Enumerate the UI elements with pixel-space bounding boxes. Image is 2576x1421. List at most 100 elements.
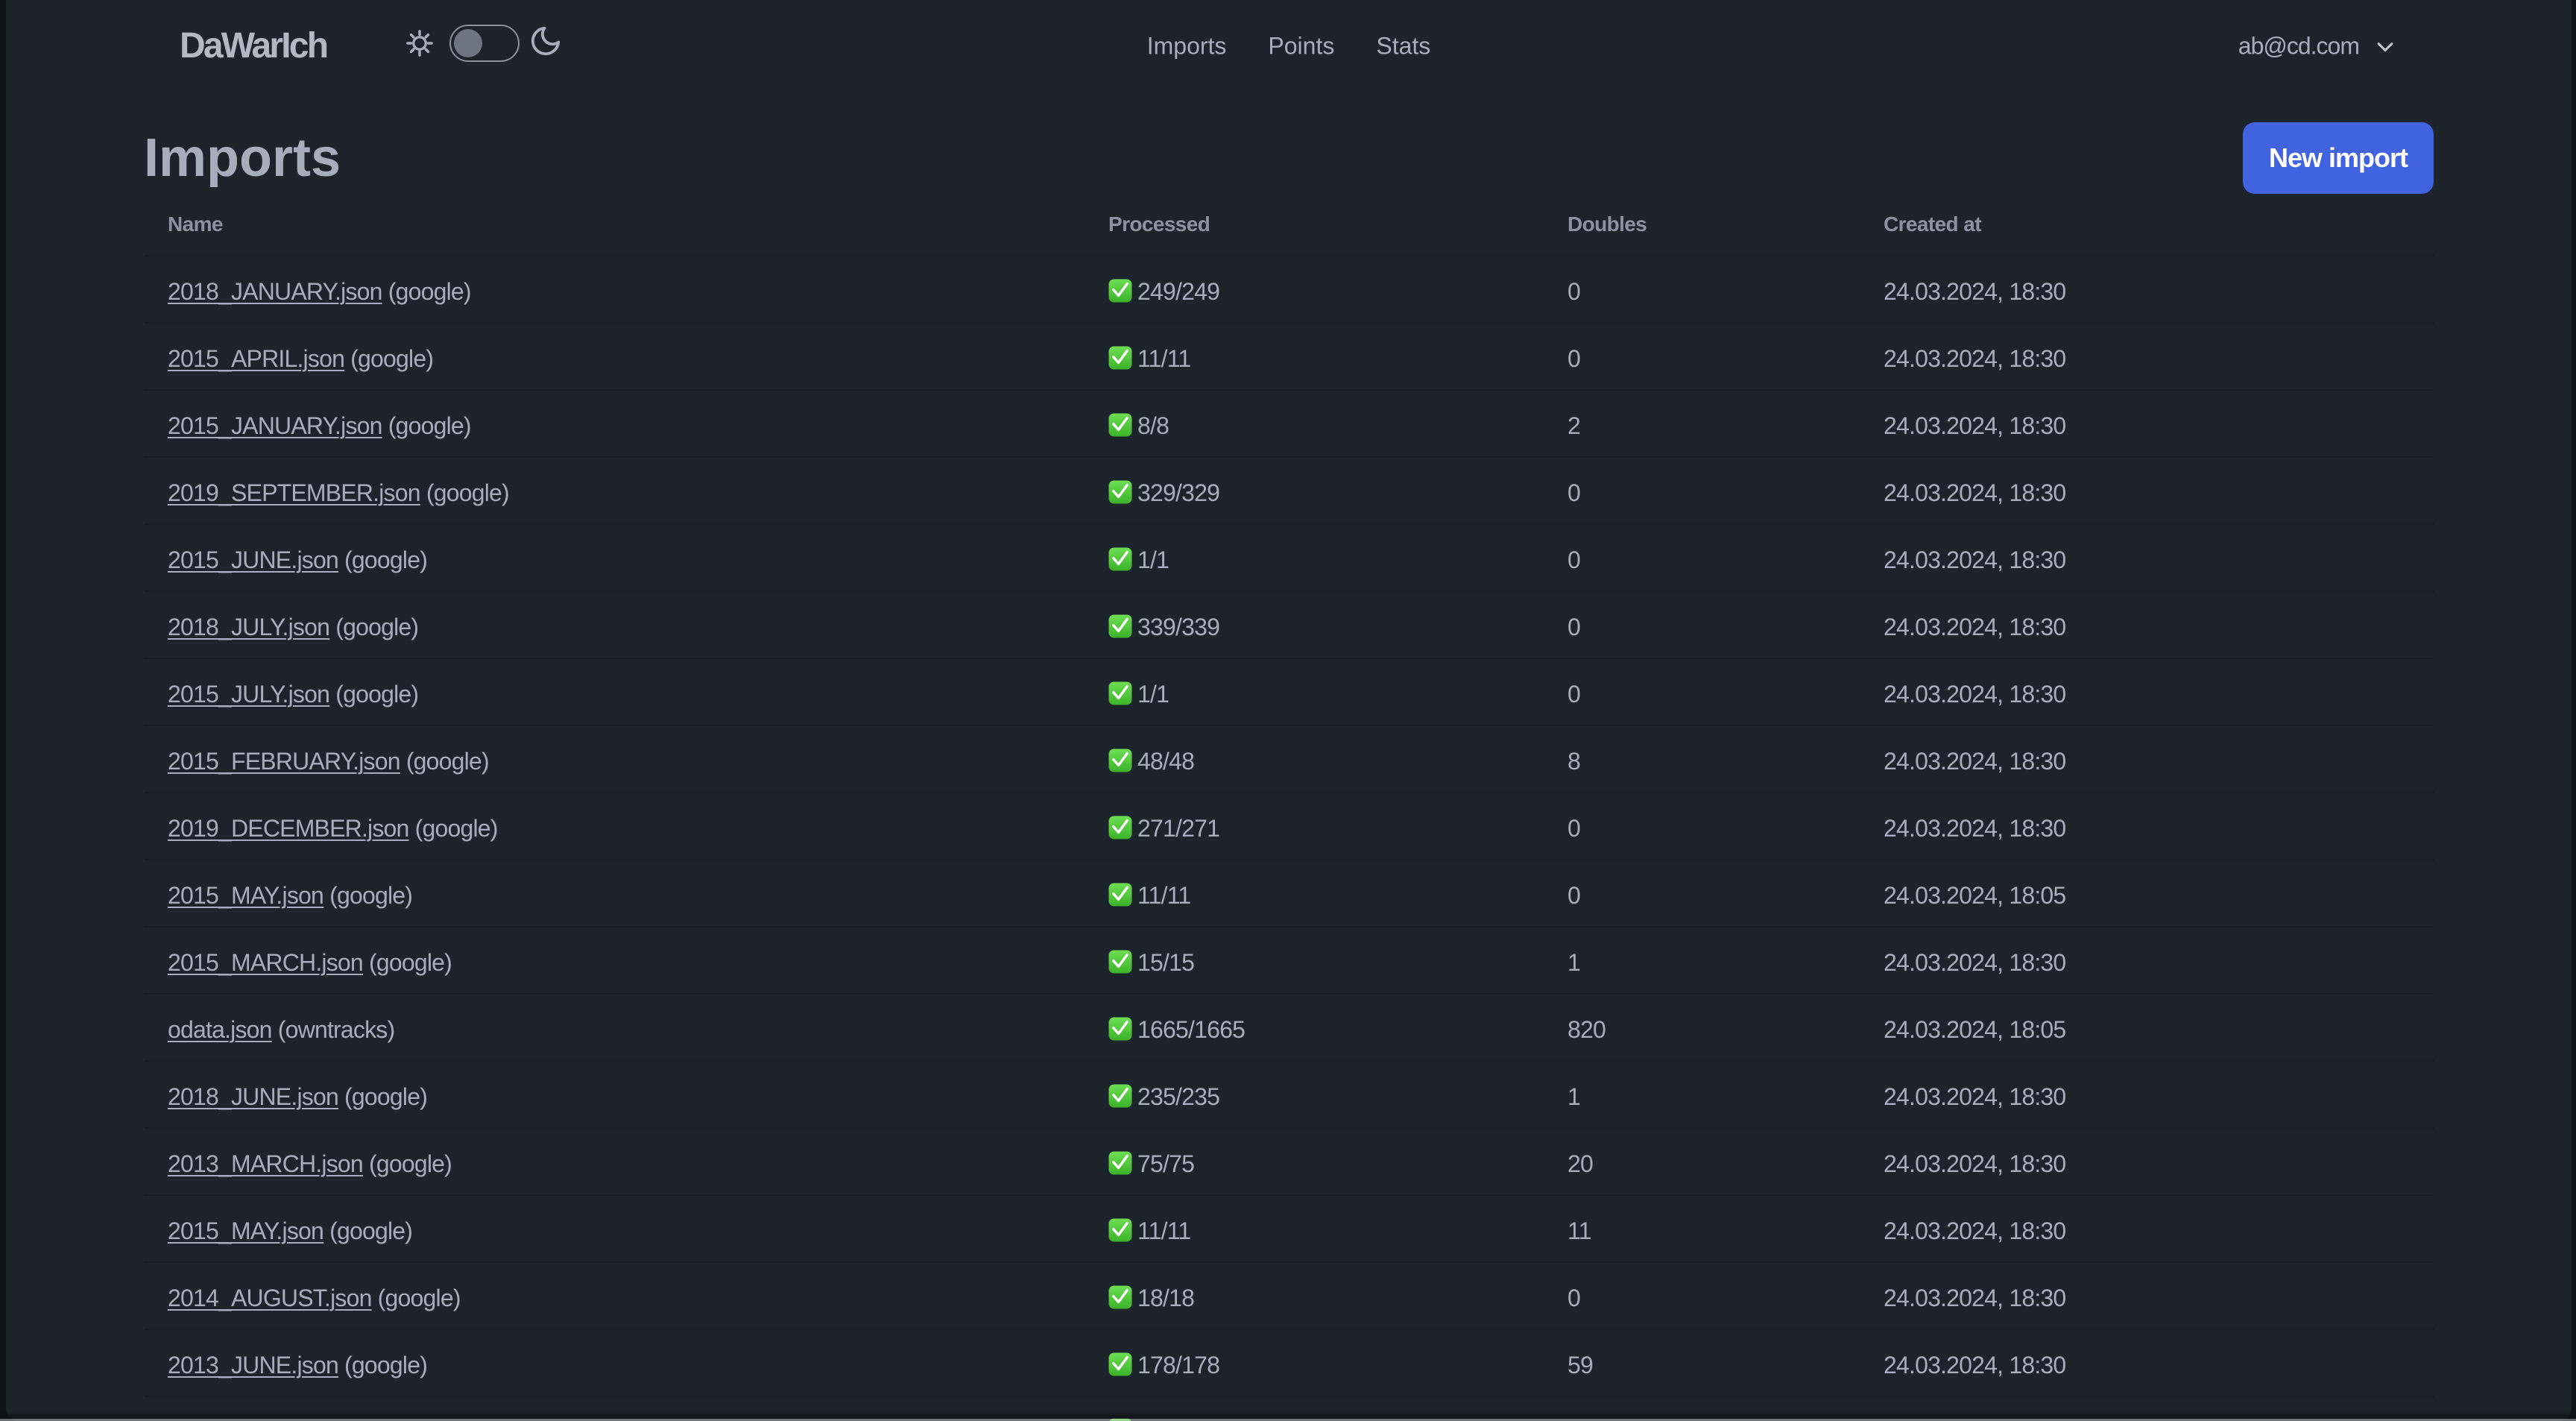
import-file-link[interactable]: 2018_JUNE.json — [168, 1083, 339, 1110]
created-at-cell: 24.03.2024, 18:30 — [1860, 1195, 2434, 1264]
check-mark-emoji — [1108, 1151, 1132, 1175]
import-file-link[interactable]: 2015_JANUARY.json — [168, 412, 382, 439]
navbar-inner: DaWarIch Imports Points Stats ab@cd.com — [144, 0, 2434, 95]
import-file-link[interactable]: 2018_JANUARY.json — [168, 278, 382, 305]
created-at-cell: 24.03.2024, 18:30 — [1860, 591, 2434, 660]
import-file-link[interactable]: 2019_SEPTEMBER.json — [168, 479, 421, 506]
user-menu[interactable]: ab@cd.com — [2238, 33, 2396, 60]
doubles-cell: 0 — [1544, 256, 1860, 324]
check-mark-emoji — [1108, 816, 1132, 839]
created-at-cell: 24.03.2024, 18:05 — [1860, 994, 2434, 1062]
name-cell: 2015_MARCH.json (google) — [144, 927, 1085, 995]
check-mark-emoji — [1108, 547, 1132, 571]
processed-cell: 249/249 — [1085, 256, 1544, 324]
name-cell: 2015_APRIL.json (google) — [144, 323, 1085, 391]
import-file-link[interactable]: 2019_DECEMBER.json — [168, 815, 409, 842]
created-at-cell: 24.03.2024, 18:30 — [1860, 658, 2434, 727]
name-cell: 2015_MAY.json (google) — [144, 1195, 1085, 1264]
doubles-cell: 0 — [1544, 658, 1860, 727]
table-row: 2015_JANUARY.json (google) 8/8 2 24.03.2… — [144, 390, 2434, 459]
import-source: (google) — [382, 412, 472, 440]
app-window: DaWarIch Imports Points Stats ab@cd.com … — [6, 0, 2572, 1421]
import-file-link[interactable]: 2014_AUGUST.json — [168, 1285, 372, 1311]
import-file-link[interactable]: 2015_JUNE.json — [168, 546, 339, 573]
nav-link-points[interactable]: Points — [1268, 33, 1334, 60]
processed-cell: 11/11 — [1085, 860, 1544, 928]
navbar: DaWarIch Imports Points Stats ab@cd.com — [6, 0, 2572, 95]
table-row: 2015_FEBRUARY.json (google) 48/48 8 24.0… — [144, 725, 2434, 794]
processed-count: 75/75 — [1137, 1150, 1195, 1178]
processed-cell: 8/8 — [1085, 390, 1544, 459]
table-row: 2013_JUNE.json (google) 178/178 59 24.03… — [144, 1329, 2434, 1398]
table-row: 2018_JANUARY.json (google) 249/249 0 24.… — [144, 256, 2434, 324]
import-file-link[interactable]: 2015_FEBRUARY.json — [168, 748, 401, 775]
name-cell: 2013_JUNE.json (google) — [144, 1329, 1085, 1398]
created-at-cell: 24.03.2024, 18:30 — [1860, 927, 2434, 995]
name-cell: 2018_JANUARY.json (google) — [144, 256, 1085, 324]
check-mark-emoji — [1108, 681, 1132, 705]
table-row: 2015_MARCH.json (google) 15/15 1 24.03.2… — [144, 927, 2434, 995]
nav-link-imports[interactable]: Imports — [1147, 33, 1227, 60]
table-row: 2015_MAY.json (google) 11/11 0 24.03.202… — [144, 860, 2434, 928]
check-mark-emoji — [1108, 614, 1132, 638]
import-file-link[interactable]: 2013_MARCH.json — [168, 1150, 364, 1177]
name-cell: 2018_JUNE.json (google) — [144, 1061, 1085, 1129]
import-file-link[interactable]: 2018_JULY.json — [168, 614, 330, 640]
check-mark-emoji — [1108, 883, 1132, 907]
theme-toggle[interactable] — [449, 24, 520, 62]
processed-count: 48/48 — [1137, 748, 1195, 775]
processed-cell: 11/11 — [1085, 323, 1544, 391]
table-row: odata.json (owntracks) 1665/1665 820 24.… — [144, 994, 2434, 1062]
toggle-knob — [454, 28, 482, 57]
doubles-cell: 0 — [1544, 323, 1860, 391]
processed-cell: 1665/1665 — [1085, 994, 1544, 1062]
import-file-link[interactable]: 2015_MAY.json — [168, 1217, 324, 1244]
check-mark-emoji — [1108, 1285, 1132, 1309]
doubles-cell: 8 — [1544, 725, 1860, 794]
doubles-cell: 20 — [1544, 1128, 1860, 1197]
import-file-link[interactable]: odata.json — [168, 1016, 272, 1043]
main-content: Imports New import Name Processed Double… — [144, 122, 2434, 1421]
table-row: 2019_SEPTEMBER.json (google) 329/329 0 2… — [144, 457, 2434, 526]
imports-table: Name Processed Doubles Created at 2018_J… — [144, 194, 2434, 1421]
name-cell: 2015_JANUARY.json (google) — [144, 390, 1085, 459]
doubles-cell: 0 — [1544, 591, 1860, 660]
created-at-cell: 24.03.2024, 18:05 — [1860, 860, 2434, 928]
processed-count: 249/249 — [1137, 278, 1220, 306]
import-file-link[interactable]: 2015_MARCH.json — [168, 949, 364, 976]
processed-count: 15/15 — [1137, 949, 1195, 977]
table-row: 2018_JUNE.json (google) 235/235 1 24.03.… — [144, 1061, 2434, 1129]
import-source: (google) — [371, 1285, 461, 1312]
name-cell: 2018_JULY.json (google) — [144, 591, 1085, 660]
name-cell: 2014_AUGUST.json (google) — [144, 1262, 1085, 1331]
import-source: (google) — [420, 479, 510, 507]
import-source: (google) — [400, 748, 490, 775]
processed-cell: 271/271 — [1085, 793, 1544, 861]
doubles-cell: 0 — [1544, 793, 1860, 861]
doubles-cell: 59 — [1544, 1329, 1860, 1398]
doubles-cell: 2 — [1544, 390, 1860, 459]
created-at-cell: 24.03.2024, 18:30 — [1860, 524, 2434, 593]
import-file-link[interactable]: 2013_JUNE.json — [168, 1352, 339, 1379]
import-file-link[interactable]: 2015_MAY.json — [168, 882, 324, 909]
processed-count: 1/1 — [1137, 546, 1169, 574]
nav-link-stats[interactable]: Stats — [1376, 33, 1430, 60]
import-file-link[interactable]: 2015_JULY.json — [168, 681, 330, 708]
moon-icon — [531, 26, 561, 56]
created-at-cell: 24.03.2024, 18:30 — [1860, 256, 2434, 324]
import-source: (google) — [338, 1083, 428, 1111]
import-file-link[interactable]: 2015_APRIL.json — [168, 345, 345, 372]
created-at-cell: 24.03.2024, 18:30 — [1860, 457, 2434, 526]
new-import-button[interactable]: New import — [2243, 122, 2434, 194]
created-at-cell: 24.03.2024, 18:30 — [1860, 1262, 2434, 1331]
processed-count: 1665/1665 — [1137, 1016, 1246, 1044]
table-row: 2018_JULY.json (google) 339/339 0 24.03.… — [144, 591, 2434, 660]
check-mark-emoji — [1108, 749, 1132, 772]
check-mark-emoji — [1108, 1084, 1132, 1108]
table-row: 2015_JULY.json (google) 1/1 0 24.03.2024… — [144, 658, 2434, 727]
app-logo[interactable]: DaWarIch — [180, 25, 329, 66]
processed-cell: 18/18 — [1085, 1262, 1544, 1331]
import-source: (google) — [382, 278, 472, 306]
sun-icon — [406, 29, 433, 57]
column-header-name: Name — [144, 194, 1085, 257]
